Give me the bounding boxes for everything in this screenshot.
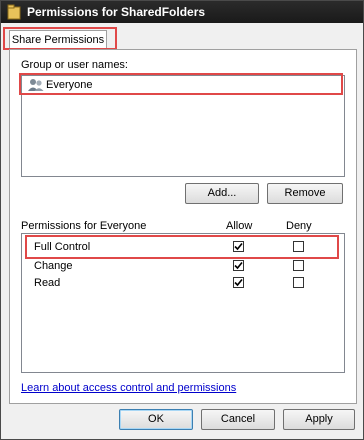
remove-button[interactable]: Remove: [267, 183, 343, 204]
permissions-header: Permissions for Everyone: [21, 220, 147, 232]
apply-button[interactable]: Apply: [283, 409, 355, 430]
tab-highlight: [3, 27, 117, 50]
window-title: Permissions for SharedFolders: [27, 5, 206, 19]
permissions-dialog: Permissions for SharedFolders Share Perm…: [0, 0, 364, 440]
title-bar: Permissions for SharedFolders: [1, 1, 363, 23]
deny-checkbox-change[interactable]: [293, 260, 304, 271]
checkmark-icon: [234, 261, 243, 270]
cancel-button[interactable]: Cancel: [201, 409, 275, 430]
ok-button[interactable]: OK: [119, 409, 193, 430]
folder-icon: [7, 4, 21, 20]
help-link[interactable]: Learn about access control and permissio…: [21, 382, 236, 394]
permission-name: Read: [34, 277, 61, 289]
allow-checkbox-read[interactable]: [233, 277, 244, 288]
deny-header: Deny: [286, 220, 312, 232]
list-row-highlight: [19, 73, 343, 95]
full-control-highlight: [25, 235, 339, 259]
permission-name: Change: [34, 260, 73, 272]
deny-checkbox-read[interactable]: [293, 277, 304, 288]
checkmark-icon: [234, 278, 243, 287]
add-button[interactable]: Add...: [185, 183, 259, 204]
group-label: Group or user names:: [21, 59, 128, 71]
allow-header: Allow: [226, 220, 253, 232]
allow-checkbox-change[interactable]: [233, 260, 244, 271]
